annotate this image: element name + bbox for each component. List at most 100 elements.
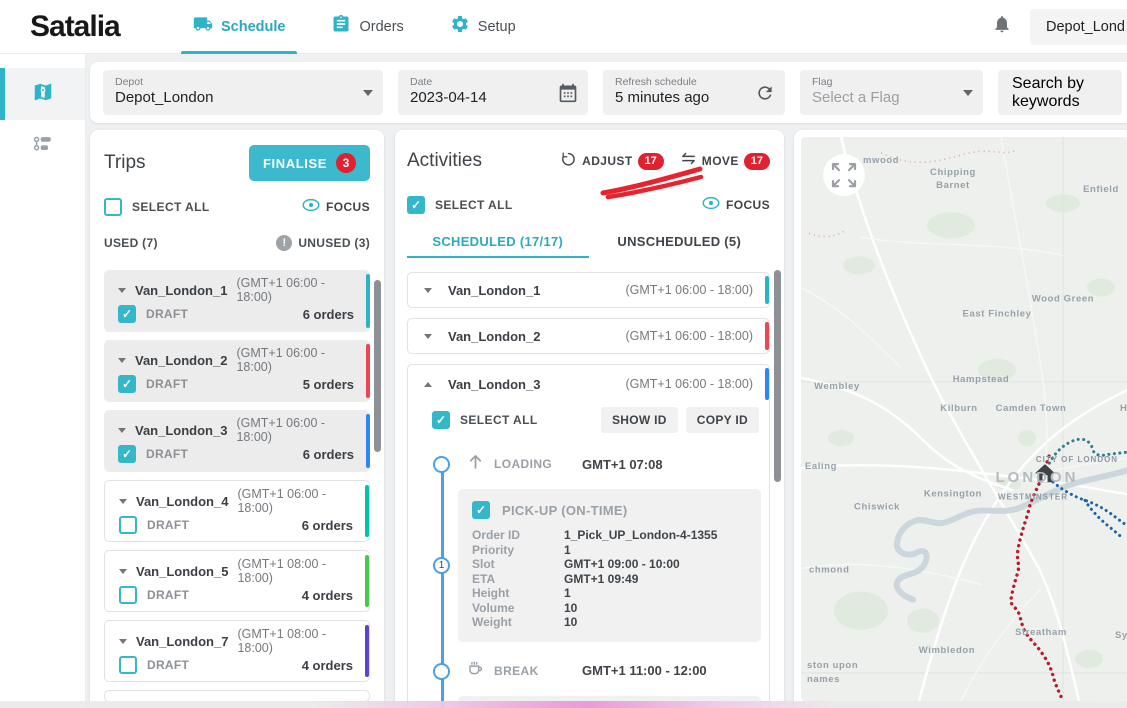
trip-name: Van_London_5 bbox=[136, 564, 228, 579]
depot-switcher-button[interactable]: Depot_Lond bbox=[1030, 9, 1127, 45]
break-step[interactable]: BREAK GMT+1 11:00 - 12:00 bbox=[408, 652, 769, 690]
trips-title: Trips bbox=[104, 152, 146, 174]
show-id-button[interactable]: SHOW ID bbox=[601, 407, 678, 433]
calendar-icon[interactable] bbox=[558, 83, 578, 103]
trip-orders-count: 4 orders bbox=[302, 658, 353, 673]
trip-checkbox[interactable] bbox=[119, 516, 137, 534]
map-label: Camden Town bbox=[996, 403, 1067, 414]
unused-count[interactable]: ! UNUSED (3) bbox=[276, 235, 370, 251]
nav-tab-orders[interactable]: Orders bbox=[315, 0, 419, 54]
bell-icon[interactable] bbox=[992, 14, 1012, 39]
trip-name: Van_London_3 bbox=[135, 423, 227, 438]
map-label: Ealing bbox=[805, 461, 837, 472]
activity-van-row[interactable]: Van_London_1 (GMT+1 06:00 - 18:00) bbox=[407, 272, 770, 308]
field-label: Order ID bbox=[472, 528, 564, 542]
refresh-schedule-field: Refresh schedule 5 minutes ago bbox=[603, 70, 785, 115]
trip-card[interactable]: Van_London_4(GMT+1 06:00 - 18:00) DRAFT6… bbox=[104, 480, 370, 542]
move-badge: 17 bbox=[744, 153, 770, 170]
van-name: Van_London_1 bbox=[448, 283, 540, 298]
map-icon bbox=[32, 81, 54, 108]
trip-checkbox[interactable] bbox=[118, 375, 136, 393]
trip-status: DRAFT bbox=[147, 588, 189, 602]
sidebar-item-timeline-view[interactable] bbox=[0, 120, 85, 172]
adjust-button[interactable]: ADJUST 17 bbox=[560, 150, 664, 172]
trip-status: DRAFT bbox=[147, 518, 189, 532]
trip-card[interactable]: Van_London_3(GMT+1 06:00 - 18:00) DRAFT6… bbox=[104, 410, 370, 472]
field-label: Slot bbox=[472, 557, 564, 571]
chevron-down-icon[interactable] bbox=[424, 288, 432, 293]
activities-scrollbar[interactable] bbox=[774, 270, 781, 482]
chevron-up-icon[interactable] bbox=[424, 382, 432, 387]
van-time-window: (GMT+1 06:00 - 18:00) bbox=[626, 283, 754, 297]
trips-focus-button[interactable]: FOCUS bbox=[302, 198, 370, 217]
trip-checkbox[interactable] bbox=[118, 305, 136, 323]
move-button[interactable]: MOVE 17 bbox=[680, 150, 770, 172]
finalise-button[interactable]: FINALISE 3 bbox=[249, 145, 370, 181]
flag-select[interactable]: Flag Select a Flag bbox=[800, 70, 983, 115]
map-boundary-line bbox=[809, 229, 847, 236]
activities-select-all-checkbox[interactable] bbox=[407, 196, 425, 214]
trip-color-bar bbox=[365, 485, 369, 537]
chevron-down-icon[interactable] bbox=[118, 358, 126, 363]
chevron-down-icon[interactable] bbox=[119, 569, 127, 574]
map-label: chmond bbox=[809, 565, 849, 576]
sidebar-item-map-view[interactable] bbox=[0, 68, 85, 120]
map-fullscreen-button[interactable] bbox=[823, 154, 865, 196]
nav-tab-schedule[interactable]: Schedule bbox=[177, 0, 301, 54]
map-boundary-line bbox=[881, 150, 1017, 162]
pickup-checkbox[interactable] bbox=[472, 501, 490, 519]
van-row-header[interactable]: Van_London_3 (GMT+1 06:00 - 18:00) bbox=[408, 365, 769, 403]
left-sidebar bbox=[0, 54, 86, 708]
trip-card[interactable]: Van_London_5(GMT+1 08:00 - 18:00) DRAFT4… bbox=[104, 550, 370, 612]
nav-label-orders: Orders bbox=[359, 19, 403, 35]
map-label: Streatham bbox=[1015, 627, 1067, 638]
used-count-label[interactable]: USED (7) bbox=[104, 236, 158, 250]
map-label: LONDON bbox=[996, 469, 1079, 486]
trip-status: DRAFT bbox=[146, 377, 188, 391]
activity-van-row[interactable]: Van_London_2 (GMT+1 06:00 - 18:00) bbox=[407, 318, 770, 354]
copy-id-button[interactable]: COPY ID bbox=[686, 407, 759, 433]
map-label: Wood Green bbox=[1032, 294, 1094, 305]
tab-scheduled[interactable]: SCHEDULED (17/17) bbox=[407, 228, 589, 258]
map-label: Enfield bbox=[1083, 184, 1119, 195]
screen-bottom-glow bbox=[0, 701, 1127, 708]
chevron-down-icon[interactable] bbox=[118, 288, 126, 293]
van-color-bar bbox=[765, 322, 769, 350]
trip-checkbox[interactable] bbox=[119, 586, 137, 604]
trip-orders-count: 6 orders bbox=[302, 518, 353, 533]
trip-card[interactable]: Van_London_7(GMT+1 08:00 - 18:00) DRAFT4… bbox=[104, 620, 370, 682]
tab-unscheduled[interactable]: UNSCHEDULED (5) bbox=[589, 228, 771, 258]
chevron-down-icon[interactable] bbox=[424, 334, 432, 339]
trip-checkbox[interactable] bbox=[119, 656, 137, 674]
chevron-down-icon[interactable] bbox=[119, 639, 127, 644]
depot-select[interactable]: Depot Depot_London bbox=[103, 70, 383, 115]
trip-card[interactable]: Van_London_2(GMT+1 06:00 - 18:00) DRAFT5… bbox=[104, 340, 370, 402]
van-select-all-checkbox[interactable] bbox=[432, 411, 450, 429]
activities-focus-button[interactable]: FOCUS bbox=[702, 196, 770, 215]
activity-van-row-expanded: Van_London_3 (GMT+1 06:00 - 18:00) SELEC… bbox=[407, 364, 770, 708]
trips-select-all-label: SELECT ALL bbox=[132, 200, 210, 214]
truck-icon bbox=[193, 14, 213, 39]
map-canvas[interactable]: mwood Chipping Barnet Enfield Wood Green… bbox=[801, 137, 1127, 701]
pickup-activity-card[interactable]: PICK-UP (ON-TIME) Order ID1_Pick_UP_Lond… bbox=[458, 489, 761, 642]
search-input[interactable]: Search by keywords bbox=[998, 70, 1122, 115]
map-label: Barnet bbox=[936, 180, 970, 191]
trip-checkbox[interactable] bbox=[118, 445, 136, 463]
map-label: ston upon bbox=[807, 660, 858, 671]
trips-select-all-checkbox[interactable] bbox=[104, 198, 122, 216]
trip-status: DRAFT bbox=[146, 307, 188, 321]
trip-status: DRAFT bbox=[146, 447, 188, 461]
nav-tab-setup[interactable]: Setup bbox=[434, 0, 532, 54]
trip-card[interactable]: Van_London_1(GMT+1 06:00 - 18:00) DRAFT6… bbox=[104, 270, 370, 332]
nav-label-schedule: Schedule bbox=[221, 19, 285, 35]
loading-step[interactable]: LOADING GMT+1 07:08 bbox=[408, 445, 769, 483]
loading-label: LOADING bbox=[494, 457, 582, 471]
date-field[interactable]: Date 2023-04-14 bbox=[398, 70, 588, 115]
chevron-down-icon[interactable] bbox=[119, 499, 127, 504]
timeline-node bbox=[433, 456, 450, 473]
trips-scrollbar[interactable] bbox=[374, 280, 381, 452]
refresh-icon[interactable] bbox=[755, 83, 775, 103]
van-timeline: 1 LOADING GMT+1 07:08 PICK-UP (ON-TIME) … bbox=[408, 445, 769, 708]
chevron-down-icon[interactable] bbox=[118, 428, 126, 433]
trip-color-bar bbox=[366, 414, 370, 468]
